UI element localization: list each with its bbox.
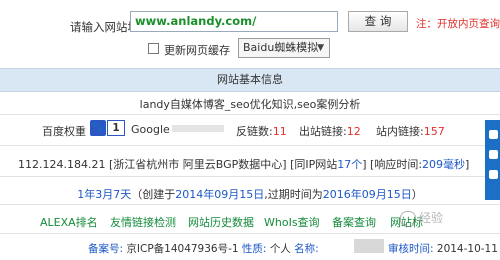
share-icon[interactable]	[489, 150, 498, 159]
divider	[0, 204, 500, 205]
redacted-name	[354, 239, 384, 253]
share-icon[interactable]	[489, 170, 498, 179]
section-header: 网站基本信息	[0, 68, 500, 92]
response-time: 209毫秒	[422, 158, 466, 171]
crawler-select-value: Baidu蜘蛛模拟	[243, 41, 319, 54]
server-location: [浙江省杭州市 阿里云BGP数据中心]	[108, 158, 287, 171]
link-alexa[interactable]: ALEXA排名	[40, 214, 98, 230]
domain-age: 1年3月7天（创建于2014年09月15日,过期时间为2016年09月15日）	[0, 186, 500, 202]
internal-links-label: 站内链接:	[376, 125, 424, 138]
open-subpage-note: 注：开放内页查询	[416, 18, 500, 30]
audit-label: 审核时间:	[388, 243, 434, 255]
baidu-paw-icon: 🐾	[90, 120, 106, 136]
update-cache-label: 更新网页缓存	[164, 44, 230, 57]
expires-prefix: ,过期时间为	[264, 188, 323, 201]
baidu-weight-label: 百度权重	[42, 125, 86, 138]
audit-time: 审核时间: 2014-10-11	[388, 241, 498, 256]
baidu-rank-badge[interactable]: 1	[107, 120, 125, 136]
link-whois[interactable]: WhoIs查询	[264, 214, 320, 230]
query-button[interactable]: 查 询	[348, 11, 408, 32]
outbound-links: 出站链接:12	[299, 123, 361, 139]
watermark-text: 经验	[419, 211, 444, 225]
divider	[0, 176, 500, 177]
link-beian[interactable]: 备案查询	[332, 214, 376, 230]
google-pr-bar	[172, 125, 224, 132]
site-title: landy自媒体博客_seo优化知识,seo案例分析	[139, 98, 361, 111]
outbound-links-value[interactable]: 12	[347, 125, 361, 138]
audit-value: 2014-10-11	[436, 243, 498, 255]
same-ip-suffix: ]	[362, 158, 367, 171]
ip-address: 112.124.184.21	[18, 158, 106, 171]
url-input[interactable]: www.anlandy.com/	[130, 11, 338, 32]
nature-label: 性质:	[241, 243, 267, 255]
google-label: Google	[131, 123, 170, 136]
response-prefix: [响应时间:	[370, 158, 423, 171]
link-history[interactable]: 网站历史数据	[188, 214, 254, 230]
icp-record: 备案号: 京ICP备14047936号-1 性质: 个人 名称:	[88, 241, 319, 256]
domain-age-duration: 1年3月7天	[77, 188, 132, 201]
backlinks-label: 反链数:	[236, 125, 273, 138]
icp-value: 京ICP备14047936号-1	[126, 243, 239, 255]
same-ip-prefix: [同IP网站	[290, 158, 338, 171]
link-friend-links[interactable]: 友情链接检测	[110, 214, 176, 230]
watermark: 经验	[400, 206, 495, 230]
name-label: 名称:	[294, 243, 319, 255]
backlinks: 反链数:11	[236, 123, 287, 139]
divider	[0, 145, 500, 146]
same-ip-count[interactable]: 17个	[337, 158, 362, 171]
created-prefix: （创建于	[131, 188, 176, 201]
icp-label: 备案号:	[88, 243, 124, 255]
update-cache-checkbox[interactable]	[148, 43, 159, 54]
response-suffix: ]	[465, 158, 470, 171]
share-icon[interactable]	[489, 130, 498, 139]
age-suffix: ）	[411, 188, 423, 201]
internal-links: 站内链接:157	[376, 123, 445, 139]
nature-value: 个人	[269, 243, 291, 255]
backlinks-value[interactable]: 11	[273, 125, 287, 138]
internal-links-value[interactable]: 157	[424, 125, 445, 138]
divider	[0, 233, 500, 234]
expires-date: 2016年09月15日	[322, 188, 412, 201]
outbound-links-label: 出站链接:	[299, 125, 347, 138]
watermark-logo-icon	[400, 210, 416, 227]
crawler-select[interactable]: Baidu蜘蛛模拟 ▼	[238, 38, 330, 58]
divider	[0, 114, 500, 115]
created-date: 2014年09月15日	[175, 188, 265, 201]
chevron-down-icon: ▼	[317, 43, 324, 53]
server-info: 112.124.184.21 [浙江省杭州市 阿里云BGP数据中心] [同IP网…	[18, 156, 469, 172]
